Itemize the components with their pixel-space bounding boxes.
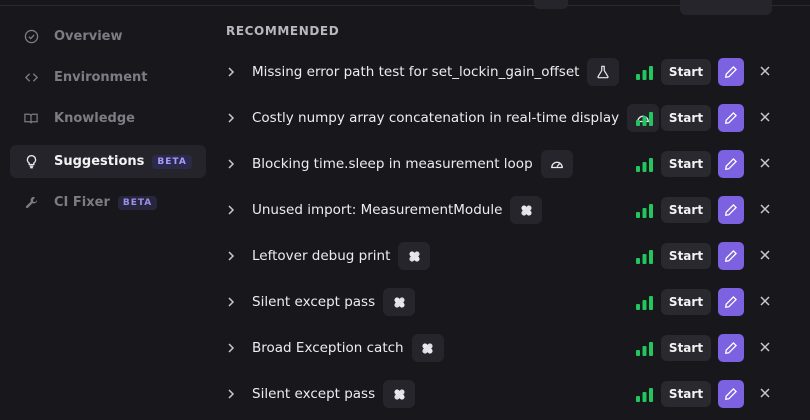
bandage-icon: [510, 196, 543, 224]
book-open-icon: [23, 111, 39, 127]
start-button[interactable]: Start: [661, 105, 711, 131]
sidebar-item-overview[interactable]: Overview: [10, 20, 206, 53]
pencil-icon: [724, 157, 738, 171]
start-button[interactable]: Start: [661, 151, 711, 177]
beta-badge: BETA: [117, 195, 158, 210]
suggestion-row[interactable]: Missing error path test for set_lockin_g…: [226, 56, 786, 88]
section-title: RECOMMENDED: [226, 24, 340, 38]
start-button[interactable]: Start: [661, 197, 711, 223]
suggestion-title: Missing error path test for set_lockin_g…: [252, 64, 580, 80]
signal-strength-icon: [636, 295, 654, 310]
start-button[interactable]: Start: [661, 59, 711, 85]
chevron-right-icon[interactable]: [226, 389, 236, 399]
edit-button[interactable]: [718, 380, 744, 408]
sidebar-item-label: Suggestions: [54, 154, 145, 169]
suggestion-title: Silent except pass: [252, 294, 376, 310]
start-button[interactable]: Start: [661, 289, 711, 315]
start-button[interactable]: Start: [661, 243, 711, 269]
partial-tag[interactable]: [534, 0, 568, 9]
pencil-icon: [724, 387, 738, 401]
suggestion-row[interactable]: Costly numpy array concatenation in real…: [226, 102, 786, 134]
code-brackets-icon: [23, 70, 39, 86]
wrench-icon: [23, 195, 39, 211]
flask-icon: [587, 58, 620, 86]
signal-strength-icon: [636, 157, 654, 172]
suggestion-row[interactable]: Silent except pass Start: [226, 378, 786, 410]
chevron-right-icon[interactable]: [226, 343, 236, 353]
suggestion-row[interactable]: Broad Exception catch Start: [226, 332, 786, 364]
sidebar-item-label: Knowledge: [54, 111, 135, 126]
bandage-icon: [398, 242, 431, 270]
close-icon[interactable]: [759, 111, 771, 123]
chevron-right-icon[interactable]: [226, 159, 236, 169]
sidebar-item-label: CI Fixer: [54, 195, 110, 210]
suggestion-title: Costly numpy array concatenation in real…: [252, 110, 620, 126]
sidebar-item-suggestions[interactable]: Suggestions BETA: [10, 145, 206, 178]
sidebar-item-label: Overview: [54, 29, 123, 44]
lightbulb-icon: [23, 154, 39, 170]
chevron-right-icon[interactable]: [226, 251, 236, 261]
suggestion-row[interactable]: Blocking time.sleep in measurement loop …: [226, 148, 786, 180]
suggestion-row[interactable]: Leftover debug print Start: [226, 240, 786, 272]
close-icon[interactable]: [759, 249, 771, 261]
pencil-icon: [724, 295, 738, 309]
chevron-right-icon[interactable]: [226, 205, 236, 215]
signal-strength-icon: [636, 203, 654, 218]
signal-strength-icon: [636, 341, 654, 356]
bandage-icon: [383, 288, 416, 316]
chevron-right-icon[interactable]: [226, 297, 236, 307]
gauge-icon: [540, 150, 573, 178]
sidebar-item-ci-fixer[interactable]: CI Fixer BETA: [10, 186, 206, 219]
signal-strength-icon: [636, 387, 654, 402]
edit-button[interactable]: [718, 196, 744, 224]
close-icon[interactable]: [759, 295, 771, 307]
chevron-right-icon[interactable]: [226, 67, 236, 77]
chevron-right-icon[interactable]: [226, 113, 236, 123]
bandage-icon: [411, 334, 444, 362]
beta-badge: BETA: [152, 154, 192, 169]
signal-strength-icon: [636, 111, 654, 126]
pencil-icon: [724, 341, 738, 355]
suggestion-title: Silent except pass: [252, 386, 376, 402]
suggestion-title: Blocking time.sleep in measurement loop: [252, 156, 533, 172]
suggestion-row[interactable]: Silent except pass Start: [226, 286, 786, 318]
close-icon[interactable]: [759, 341, 771, 353]
start-button[interactable]: Start: [661, 381, 711, 407]
sidebar-item-environment[interactable]: Environment: [10, 61, 206, 94]
partial-button[interactable]: [680, 0, 772, 15]
signal-strength-icon: [636, 249, 654, 264]
close-icon[interactable]: [759, 157, 771, 169]
suggestion-title: Unused import: MeasurementModule: [252, 202, 503, 218]
sidebar-item-label: Environment: [54, 70, 148, 85]
close-icon[interactable]: [759, 65, 771, 77]
edit-button[interactable]: [718, 104, 744, 132]
suggestion-title: Broad Exception catch: [252, 340, 404, 356]
edit-button[interactable]: [718, 334, 744, 362]
suggestion-row[interactable]: Unused import: MeasurementModule Start: [226, 194, 786, 226]
sidebar: Overview Environment Knowledge Suggestio…: [0, 0, 210, 420]
pencil-icon: [724, 249, 738, 263]
pencil-icon: [724, 111, 738, 125]
close-icon[interactable]: [759, 203, 771, 215]
edit-button[interactable]: [718, 150, 744, 178]
signal-strength-icon: [636, 65, 654, 80]
edit-button[interactable]: [718, 242, 744, 270]
pencil-icon: [724, 203, 738, 217]
bandage-icon: [383, 380, 416, 408]
suggestion-title: Leftover debug print: [252, 248, 391, 264]
edit-button[interactable]: [718, 58, 744, 86]
start-button[interactable]: Start: [661, 335, 711, 361]
check-circle-icon: [23, 29, 39, 45]
sidebar-item-knowledge[interactable]: Knowledge: [10, 102, 206, 135]
close-icon[interactable]: [759, 387, 771, 399]
edit-button[interactable]: [718, 288, 744, 316]
pencil-icon: [724, 65, 738, 79]
